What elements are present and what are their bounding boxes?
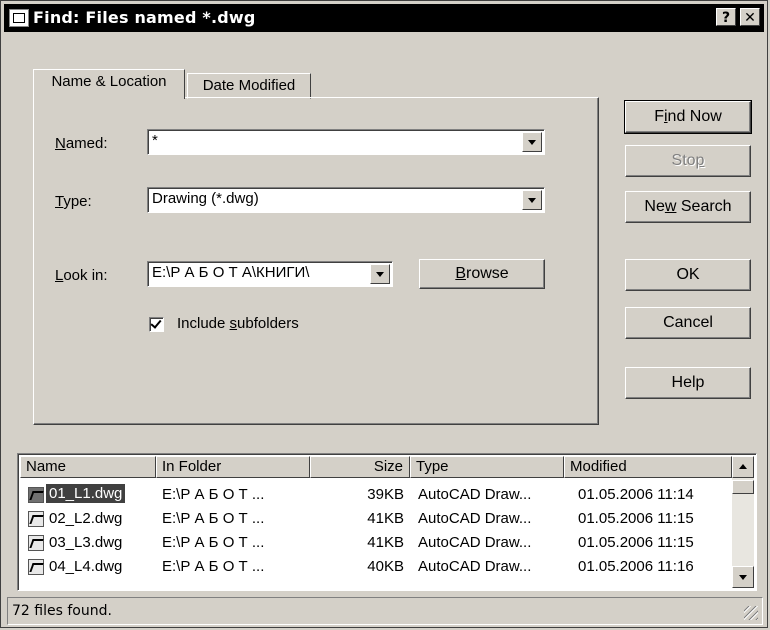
named-dropdown-arrow-icon[interactable]: [522, 132, 542, 152]
column-header-name[interactable]: Name: [20, 456, 156, 478]
row-name: 02_L2.dwg: [49, 510, 123, 527]
type-dropdown-arrow-icon[interactable]: [522, 190, 542, 210]
row-type: AutoCAD Draw...: [418, 486, 532, 503]
table-row[interactable]: 01_L1.dwg E:\Р А Б О Т ... 39KB AutoCAD …: [18, 484, 734, 508]
row-folder: E:\Р А Б О Т ...: [162, 534, 265, 551]
find-now-button[interactable]: Find Now: [624, 100, 752, 134]
row-size: 39KB: [367, 486, 404, 503]
tab-date-modified[interactable]: Date Modified: [187, 73, 311, 99]
ok-button[interactable]: OK: [625, 259, 751, 291]
lookin-dropdown-arrow-icon[interactable]: [370, 264, 390, 284]
results-list[interactable]: Name In Folder Size Type Modified 01_L1.…: [17, 453, 757, 591]
type-combobox[interactable]: Drawing (*.dwg): [147, 187, 545, 213]
resize-grip-icon[interactable]: [744, 606, 758, 620]
row-modified: 01.05.2006 11:16: [578, 558, 694, 575]
row-name: 03_L3.dwg: [49, 534, 123, 551]
row-size: 41KB: [367, 510, 404, 527]
column-header-type[interactable]: Type: [410, 456, 564, 478]
table-row[interactable]: 03_L3.dwg E:\Р А Б О Т ... 41KB AutoCAD …: [18, 532, 734, 556]
title-bar[interactable]: Find: Files named *.dwg ? ✕: [4, 4, 764, 32]
scroll-down-icon[interactable]: [732, 566, 754, 588]
status-bar: 72 files found.: [7, 597, 763, 625]
dwg-file-icon: [28, 559, 44, 575]
lookin-combobox[interactable]: E:\Р А Б О Т А\КНИГИ\: [147, 261, 393, 287]
column-header-size[interactable]: Size: [310, 456, 410, 478]
type-label: Type:: [55, 193, 92, 210]
cancel-button[interactable]: Cancel: [625, 307, 751, 339]
close-icon[interactable]: ✕: [740, 8, 760, 26]
table-row[interactable]: 02_L2.dwg E:\Р А Б О Т ... 41KB AutoCAD …: [18, 508, 734, 532]
help-button[interactable]: Help: [625, 367, 751, 399]
include-subfolders-checkbox[interactable]: [149, 317, 164, 332]
results-scrollbar[interactable]: [732, 456, 754, 588]
lookin-label: Look in:: [55, 267, 108, 284]
row-size: 41KB: [367, 534, 404, 551]
scroll-thumb[interactable]: [732, 480, 754, 494]
tab-name-location[interactable]: Name & Location: [33, 69, 185, 99]
row-modified: 01.05.2006 11:14: [578, 486, 694, 503]
named-label: Named:: [55, 135, 108, 152]
dwg-file-icon: [28, 487, 44, 503]
named-combobox[interactable]: *: [147, 129, 545, 155]
row-type: AutoCAD Draw...: [418, 534, 532, 551]
row-modified: 01.05.2006 11:15: [578, 510, 694, 527]
lookin-value: E:\Р А Б О Т А\КНИГИ\: [152, 264, 310, 281]
browse-button[interactable]: Browse: [419, 259, 545, 289]
help-title-button[interactable]: ?: [716, 8, 736, 26]
row-folder: E:\Р А Б О Т ...: [162, 486, 265, 503]
find-icon: [9, 9, 29, 27]
row-name: 01_L1.dwg: [46, 484, 126, 503]
row-folder: E:\Р А Б О Т ...: [162, 558, 265, 575]
row-type: AutoCAD Draw...: [418, 558, 532, 575]
include-subfolders-label: Include subfolders: [177, 315, 299, 332]
named-value: *: [152, 132, 158, 149]
table-row[interactable]: 04_L4.dwg E:\Р А Б О Т ... 40KB AutoCAD …: [18, 556, 734, 580]
type-value: Drawing (*.dwg): [152, 190, 259, 207]
window-title: Find: Files named *.dwg: [33, 8, 256, 27]
column-header-folder[interactable]: In Folder: [156, 456, 310, 478]
row-modified: 01.05.2006 11:15: [578, 534, 694, 551]
row-name: 04_L4.dwg: [49, 558, 123, 575]
scroll-up-icon[interactable]: [732, 456, 754, 478]
status-text: 72 files found.: [12, 603, 112, 619]
row-folder: E:\Р А Б О Т ...: [162, 510, 265, 527]
dwg-file-icon: [28, 511, 44, 527]
row-type: AutoCAD Draw...: [418, 510, 532, 527]
row-size: 40KB: [367, 558, 404, 575]
dwg-file-icon: [28, 535, 44, 551]
find-dialog: Find: Files named *.dwg ? ✕ Name & Locat…: [0, 0, 768, 628]
column-header-modified[interactable]: Modified: [564, 456, 732, 478]
new-search-button[interactable]: New Search: [625, 191, 751, 223]
stop-button[interactable]: Stop: [625, 145, 751, 177]
